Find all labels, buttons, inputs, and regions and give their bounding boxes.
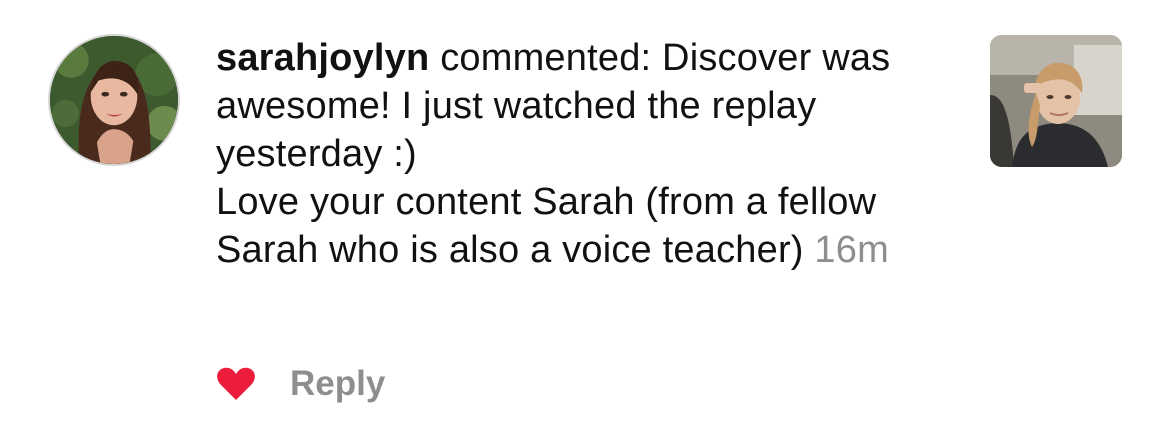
- post-thumbnail[interactable]: [990, 35, 1122, 167]
- comment-text-line2: Love your content Sarah (from a fellow S…: [216, 181, 877, 271]
- comment-action-text: commented:: [440, 37, 652, 79]
- avatar-photo: [50, 36, 178, 164]
- comment-first-paragraph: sarahjoylyn commented: Discover was awes…: [216, 34, 916, 178]
- heart-filled-icon[interactable]: [216, 366, 256, 402]
- comment-username[interactable]: sarahjoylyn: [216, 37, 429, 79]
- reply-button[interactable]: Reply: [290, 364, 385, 404]
- comment-body: sarahjoylyn commented: Discover was awes…: [216, 34, 916, 274]
- post-thumbnail-photo: [990, 35, 1122, 167]
- avatar[interactable]: [48, 34, 180, 166]
- comment-second-paragraph: Love your content Sarah (from a fellow S…: [216, 178, 916, 274]
- comment-actions: Reply: [216, 360, 385, 408]
- comment-timestamp: 16m: [814, 229, 889, 271]
